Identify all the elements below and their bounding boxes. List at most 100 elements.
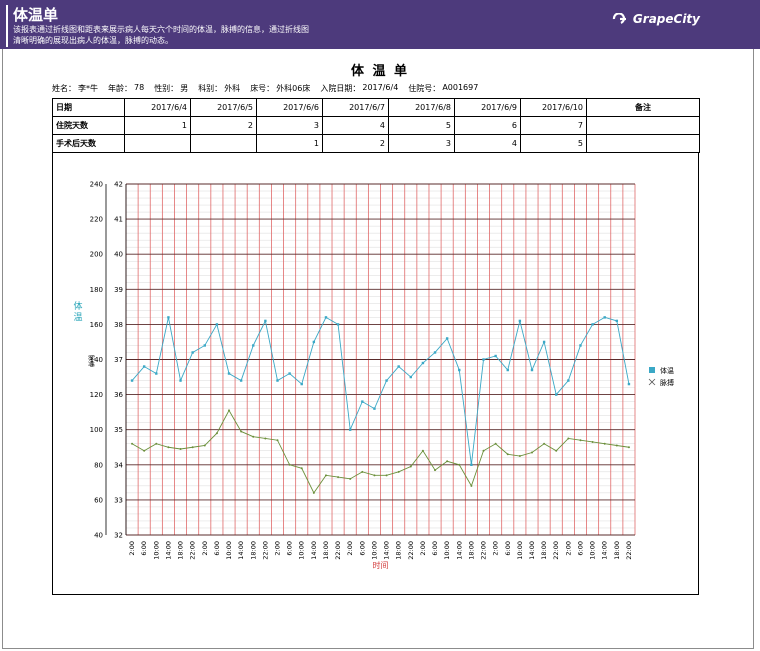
- temperature-point: [458, 368, 461, 372]
- pulse-point: [458, 463, 461, 466]
- temperature-point: [167, 316, 170, 319]
- temp-axis-title: 体: [73, 300, 82, 312]
- pulse-point: [567, 437, 570, 440]
- time-tick-label: 6:00: [504, 541, 512, 556]
- pulse-point: [264, 437, 267, 440]
- pulse-tick-label: 120: [90, 391, 103, 399]
- time-tick-label: 10:00: [589, 541, 597, 560]
- time-tick-label: 2:00: [492, 541, 500, 556]
- pulse-tick-label: 40: [94, 532, 103, 540]
- time-tick-label: 10:00: [370, 541, 378, 560]
- pulse-point: [518, 455, 521, 458]
- table-row-label: 住院天数: [52, 116, 125, 135]
- pulse-tick-label: 160: [90, 321, 103, 329]
- temp-tick-label: 41: [114, 216, 123, 224]
- table-cell: [124, 134, 191, 153]
- table-cell: 7: [520, 116, 587, 135]
- time-tick-label: 6:00: [140, 541, 148, 556]
- temperature-point: [627, 382, 631, 386]
- temp-tick-label: 40: [114, 251, 123, 259]
- patient-field-value: 外科06床: [276, 84, 311, 93]
- table-note-cell: 备注: [586, 98, 700, 117]
- pulse-point: [506, 453, 509, 456]
- report-title: 体 温 单: [350, 64, 410, 79]
- logo-text: GrapeCity: [632, 12, 700, 26]
- temperature-point: [445, 337, 449, 340]
- time-tick-label: 10:00: [516, 541, 524, 560]
- time-tick-label: 10:00: [443, 541, 451, 560]
- pulse-point: [155, 442, 158, 445]
- time-tick-label: 2:00: [201, 541, 209, 556]
- time-tick-label: 22:00: [334, 541, 342, 560]
- pulse-point: [131, 442, 134, 445]
- temperature-point: [227, 372, 231, 375]
- table-cell: 2017/6/7: [322, 98, 389, 117]
- table-cell: 2: [322, 134, 389, 153]
- banner-title: 体温单: [13, 6, 59, 24]
- time-tick-label: 6:00: [358, 541, 366, 556]
- pulse-point: [494, 442, 497, 445]
- temp-tick-label: 34: [114, 461, 123, 469]
- temperature-point: [215, 323, 219, 326]
- grapecity-logo[interactable]: GrapeCity: [612, 12, 700, 26]
- time-tick-label: 14:00: [237, 541, 245, 560]
- temperature-point: [155, 372, 158, 375]
- patient-field-value: 李*牛: [78, 84, 98, 93]
- time-tick-label: 6:00: [286, 541, 294, 556]
- time-tick-label: 14:00: [601, 541, 609, 560]
- table-cell: 5: [388, 116, 455, 135]
- banner-accent-bar: [6, 5, 8, 47]
- time-tick-label: 22:00: [407, 541, 415, 560]
- table-cell: 2017/6/8: [388, 98, 455, 117]
- time-tick-label: 18:00: [249, 541, 257, 560]
- temperature-point: [191, 351, 194, 354]
- pulse-tick-label: 220: [90, 216, 103, 224]
- pulse-point: [470, 484, 473, 487]
- time-tick-label: 22:00: [261, 541, 269, 560]
- daily-info-table: 日期 2017/6/4 2017/6/5 2017/6/6 2017/6/7 2017/6…: [52, 98, 700, 153]
- temperature-point: [518, 319, 522, 323]
- table-cell: 2: [190, 116, 257, 135]
- temperature-point: [409, 375, 412, 379]
- grapecity-logo-icon: [612, 13, 626, 25]
- temperature-point: [397, 365, 400, 368]
- time-tick-label: 18:00: [395, 541, 403, 560]
- table-cell: 2017/6/5: [190, 98, 257, 117]
- temp-tick-label: 33: [114, 496, 123, 504]
- pulse-axis-title: 脉搏: [87, 355, 95, 367]
- table-cell: 6: [454, 116, 521, 135]
- legend-temp-label: 体温: [660, 366, 674, 375]
- temperature-point: [579, 344, 582, 347]
- temp-tick-label: 38: [114, 321, 123, 329]
- pulse-point: [143, 449, 146, 452]
- time-tick-label: 2:00: [346, 541, 354, 556]
- table-cell: 3: [256, 116, 323, 135]
- time-tick-label: 2:00: [273, 541, 281, 556]
- pulse-point: [373, 474, 376, 477]
- time-tick-label: 22:00: [625, 541, 633, 560]
- temperature-point: [385, 379, 388, 382]
- time-tick-label: 22:00: [552, 541, 560, 560]
- time-tick-label: 2:00: [419, 541, 427, 556]
- patient-info: 姓名： 李*牛 年龄： 78 性别：男科别： 外科 床号： 外科06床 入院日期： 2017/6/…: [52, 83, 488, 94]
- patient-field-label: 入院日期：: [320, 84, 361, 93]
- table-cell: 3: [388, 134, 455, 153]
- temperature-point: [591, 323, 594, 326]
- temperature-point: [312, 340, 316, 344]
- temperature-point: [349, 428, 352, 431]
- table-row: 住院天数 1 2 3 4 5 6 7: [52, 116, 700, 135]
- pulse-point: [228, 409, 231, 412]
- time-tick-label: 2:00: [564, 541, 572, 556]
- time-tick-label: 14:00: [528, 541, 536, 560]
- temperature-point: [530, 368, 534, 372]
- table-row: 手术后天数 1 2 3 4 5: [52, 134, 700, 153]
- patient-field-value: 78: [134, 83, 145, 92]
- temp-tick-label: 35: [114, 426, 123, 434]
- temperature-point: [567, 379, 570, 382]
- patient-field-label: 姓名：: [52, 84, 76, 93]
- patient-field-value: 2017/6/4: [362, 83, 399, 92]
- header-banner: 体温单 该报表通过折线图和距表来展示病人每天六个时间的体温，脉搏的信息，通过折线…: [0, 0, 760, 49]
- temperature-point: [288, 372, 291, 375]
- temp-tick-label: 36: [114, 391, 123, 399]
- temperature-point: [130, 379, 134, 382]
